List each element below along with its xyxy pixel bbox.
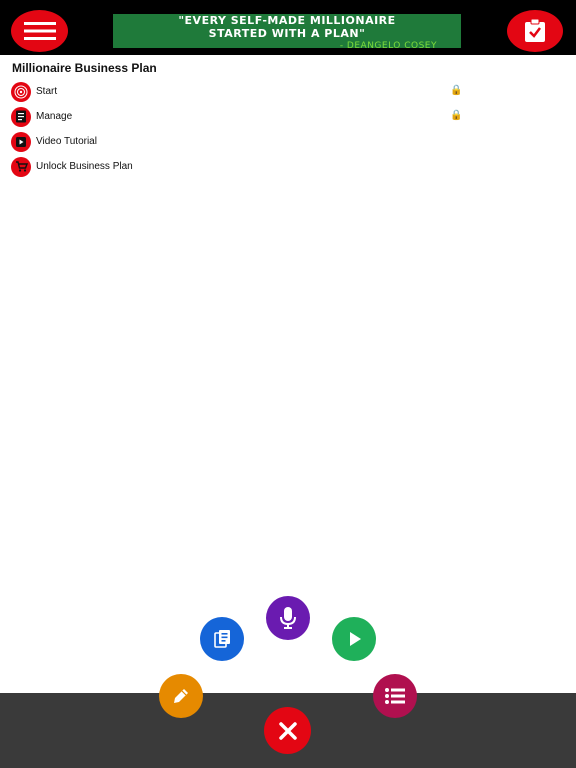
lock-icon: 🔒 xyxy=(450,85,463,96)
hamburger-menu-icon xyxy=(23,22,56,40)
list-button[interactable] xyxy=(373,674,417,718)
quote-banner: "EVERY SELF-MADE MILLIONAIRE STARTED WIT… xyxy=(113,14,461,51)
plan-title: Millionaire Business Plan xyxy=(12,61,157,75)
list-item-label: Start xyxy=(36,86,58,97)
target-icon xyxy=(11,81,31,102)
list-item-manage[interactable]: Manage 🔒 xyxy=(11,104,467,129)
plan-list: Start 🔒 Manage 🔒 Video Tutorial Unlock B… xyxy=(11,79,467,179)
list-icon xyxy=(385,688,405,704)
play-icon xyxy=(350,632,361,646)
cart-icon xyxy=(11,156,31,177)
list-item-start[interactable]: Start 🔒 xyxy=(11,79,467,104)
list-item-label: Video Tutorial xyxy=(36,136,97,147)
microphone-icon xyxy=(280,607,296,629)
list-item-unlock[interactable]: Unlock Business Plan xyxy=(11,154,467,179)
close-button[interactable] xyxy=(264,707,311,754)
play-button[interactable] xyxy=(332,617,376,661)
microphone-button[interactable] xyxy=(266,596,310,640)
pencil-icon xyxy=(174,689,188,703)
list-item-video-tutorial[interactable]: Video Tutorial xyxy=(11,129,467,154)
list-item-label: Manage xyxy=(36,111,73,122)
document-button[interactable] xyxy=(200,617,244,661)
document-icon xyxy=(11,106,31,127)
documents-icon xyxy=(214,630,230,648)
play-video-icon xyxy=(11,131,31,152)
banner-author: - DEANGELO COSEY xyxy=(339,41,437,51)
clipboard-check-icon xyxy=(525,19,545,42)
list-item-label: Unlock Business Plan xyxy=(36,161,133,172)
close-icon xyxy=(278,721,297,740)
banner-line-1: "EVERY SELF-MADE MILLIONAIRE xyxy=(178,14,396,27)
banner-line-2: STARTED WITH A PLAN" xyxy=(208,27,366,40)
menu-button[interactable] xyxy=(11,10,68,52)
lock-icon: 🔒 xyxy=(450,110,463,121)
clipboard-button[interactable] xyxy=(507,10,563,52)
notes-button[interactable] xyxy=(159,674,203,718)
